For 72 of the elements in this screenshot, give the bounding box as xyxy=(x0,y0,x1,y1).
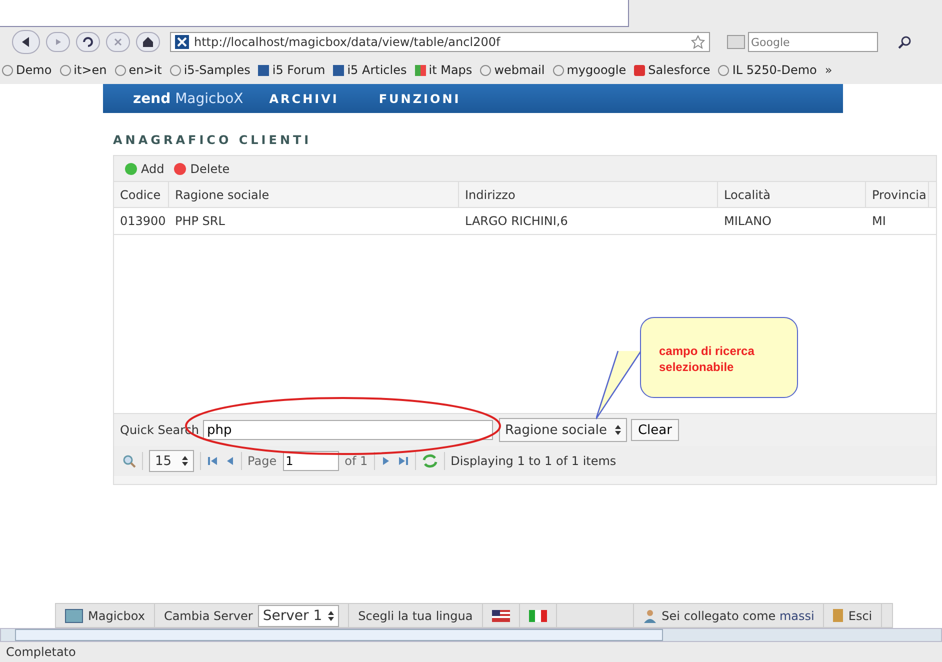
first-page-icon[interactable] xyxy=(206,455,219,467)
horizontal-scrollbar[interactable] xyxy=(0,628,942,642)
bookmark-link[interactable]: webmail xyxy=(480,63,545,77)
bookmark-link[interactable]: i5-Samples xyxy=(170,63,250,77)
bookmark-link[interactable]: mygoogle xyxy=(552,63,626,77)
italian-flag-icon[interactable] xyxy=(528,610,547,622)
address-bar[interactable]: http://localhost/magicbox/data/view/table/ancl200f xyxy=(170,32,710,52)
next-page-icon[interactable] xyxy=(380,455,391,467)
bookmark-link[interactable]: it Maps xyxy=(414,63,472,77)
table-cell-text: LARGO RICHINI,6 xyxy=(464,213,569,230)
menu-item[interactable]: ARCHIVI xyxy=(269,92,339,106)
bookmark-link[interactable]: it>en xyxy=(60,63,107,77)
page-label: Page xyxy=(248,454,277,468)
column-header[interactable]: Codice xyxy=(114,182,169,207)
favicon-icon xyxy=(175,35,189,49)
search-field-dropdown[interactable]: Ragione sociale xyxy=(498,418,627,442)
server-label: Cambia Server xyxy=(164,608,253,622)
table-cell-text: PHP SRL xyxy=(174,213,226,230)
spinner-arrows-icon xyxy=(614,425,621,435)
bookmark-link[interactable]: Salesforce xyxy=(634,63,710,77)
more-bookmarks-button[interactable]: » xyxy=(824,63,832,77)
status-text: Completato xyxy=(6,645,76,659)
forward-button[interactable] xyxy=(46,32,70,52)
table-cell-text: MILANO xyxy=(723,213,772,230)
search-icon[interactable] xyxy=(898,35,912,49)
bookmark-link[interactable]: en>it xyxy=(114,63,162,77)
column-header[interactable]: Ragione sociale xyxy=(169,182,459,207)
bookmark-link[interactable]: i5 Forum xyxy=(258,63,326,77)
page-count-label: of 1 xyxy=(344,454,368,468)
us-flag-icon[interactable] xyxy=(492,610,510,622)
stop-button[interactable] xyxy=(106,32,130,52)
refresh-icon[interactable] xyxy=(422,454,438,468)
toolbar-button[interactable]: Add xyxy=(120,162,170,176)
column-header[interactable]: Indirizzo xyxy=(459,182,718,207)
bookmark-link[interactable]: IL 5250-Demo xyxy=(718,63,817,77)
star-icon[interactable] xyxy=(691,35,705,49)
previous-page-icon[interactable] xyxy=(224,455,235,467)
paging-info: Displaying 1 to 1 of 1 items xyxy=(450,454,616,468)
language-label: Scegli la tua lingua xyxy=(349,604,483,627)
user-icon xyxy=(642,608,657,622)
page-size-dropdown[interactable]: 15 xyxy=(149,450,194,472)
back-button[interactable] xyxy=(12,30,40,54)
logged-in-text: Sei collegato come massi xyxy=(662,608,814,622)
callout-text: campo di ricerca selezionabile xyxy=(659,343,756,375)
search-engine-icon[interactable] xyxy=(727,35,745,49)
page-number-field[interactable]: 1 xyxy=(282,451,339,471)
spinner-arrows-icon xyxy=(328,610,334,620)
bookmark-link[interactable]: Demo xyxy=(2,63,52,77)
url-text: http://localhost/magicbox/data/view/table/ancl200f xyxy=(194,35,502,49)
table-cell-text: MI xyxy=(871,213,887,230)
reload-icon xyxy=(82,36,94,48)
spinner-arrows-icon xyxy=(182,456,188,466)
reload-button[interactable] xyxy=(76,32,100,52)
column-header[interactable]: Località xyxy=(718,182,866,207)
toolbar-button[interactable]: Delete xyxy=(169,162,235,176)
table-cell-text: 013900 xyxy=(119,213,167,230)
search-field[interactable]: Google xyxy=(748,32,878,52)
last-page-icon[interactable] xyxy=(396,455,409,467)
column-header[interactable]: Provincia xyxy=(866,182,929,207)
clear-button[interactable]: Clear xyxy=(630,419,679,441)
forward-arrow-icon xyxy=(53,37,63,47)
quick-search-field[interactable]: php xyxy=(202,420,493,440)
home-button[interactable] xyxy=(136,32,160,52)
house-icon xyxy=(142,36,154,48)
server-dropdown[interactable]: Server 1 xyxy=(258,604,340,626)
app-logo: zend MagicboX xyxy=(133,90,244,106)
exit-button[interactable]: Esci xyxy=(824,604,882,627)
bookmark-link[interactable]: i5 Articles xyxy=(333,63,407,77)
close-icon xyxy=(113,37,123,47)
taskbar-app-button[interactable]: Magicbox xyxy=(56,604,155,627)
menu-item[interactable]: FUNZIONI xyxy=(378,92,461,106)
page-title: ANAGRAFICO CLIENTI xyxy=(113,133,313,147)
